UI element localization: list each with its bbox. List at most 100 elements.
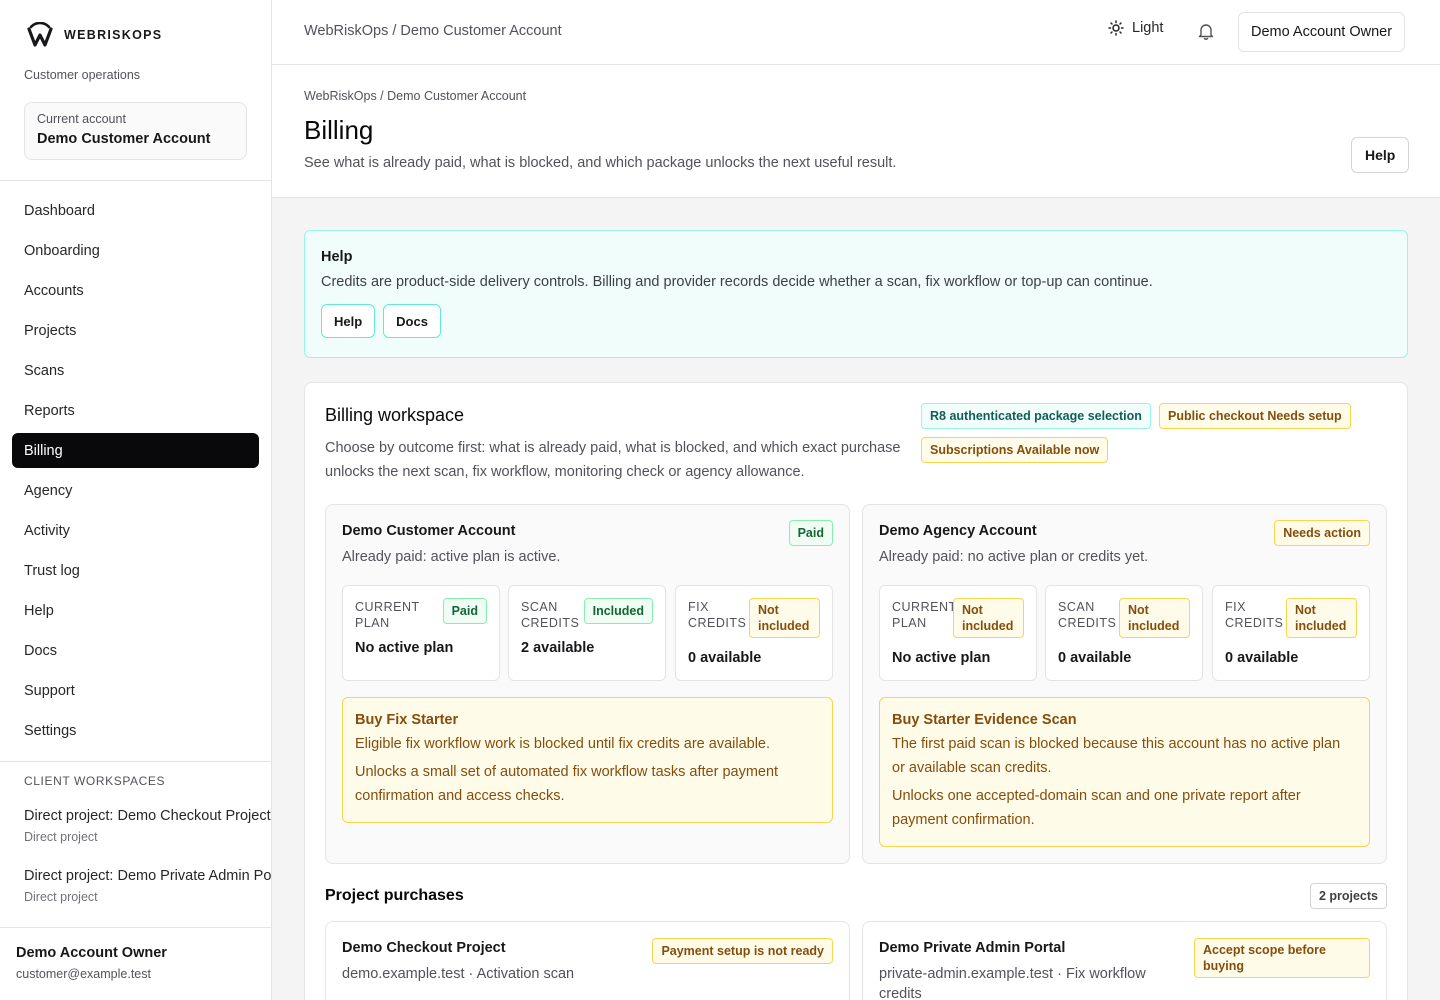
- help-callout-title: Help: [321, 249, 353, 265]
- page-subtitle: See what is already paid, what is blocke…: [304, 155, 897, 171]
- current-account-switcher[interactable]: Current account Demo Customer Account: [24, 102, 247, 160]
- sidebar: WEBRISKOPS Customer operations Current a…: [0, 0, 272, 1000]
- account-name: Demo Agency Account: [879, 523, 1037, 539]
- current-account-label: Current account: [37, 112, 126, 126]
- account-paid-summary: Already paid: active plan is active.: [342, 549, 561, 565]
- project-card[interactable]: Demo Private Admin Portal private-admin.…: [862, 921, 1387, 1000]
- notifications-button[interactable]: [1198, 22, 1214, 43]
- sidebar-item-dashboard[interactable]: Dashboard: [12, 193, 259, 228]
- subscriptions-badge: Subscriptions Available now: [921, 437, 1109, 463]
- sidebar-item-reports[interactable]: Reports: [12, 393, 259, 428]
- metric-value: No active plan: [355, 640, 454, 656]
- metric-current-plan: CURRENT PLAN Not included No active plan: [879, 585, 1037, 681]
- workspace-description: Choose by outcome first: what is already…: [325, 440, 901, 480]
- theme-toggle-label: Light: [1132, 20, 1164, 36]
- metric-badge: Included: [583, 598, 653, 624]
- brand-logo[interactable]: WEBRISKOPS: [26, 22, 162, 48]
- account-paid-summary: Already paid: no active plan or credits …: [879, 549, 1149, 565]
- sidebar-item-agency[interactable]: Agency: [12, 473, 259, 508]
- sidebar-divider: [0, 927, 271, 928]
- sidebar-divider: [0, 180, 271, 181]
- brand-tagline: Customer operations: [24, 68, 141, 82]
- metric-fix-credits: FIX CREDITS Not included 0 available: [1212, 585, 1370, 681]
- public-checkout-badge: Public checkout Needs setup: [1159, 403, 1351, 429]
- metric-badge: Not included: [749, 598, 820, 638]
- client-workspace-subtitle: Direct project: [24, 890, 98, 904]
- account-owner-button[interactable]: Demo Account Owner: [1238, 12, 1406, 52]
- metric-value: 0 available: [1058, 650, 1132, 666]
- buy-title: Buy Fix Starter: [355, 712, 459, 728]
- metric-current-plan: CURRENT PLAN Paid No active plan: [342, 585, 500, 681]
- sidebar-nav: Dashboard Onboarding Accounts Projects S…: [12, 193, 259, 753]
- metric-value: 0 available: [688, 650, 762, 666]
- account-card-customer: Demo Customer Account Paid Already paid:…: [325, 504, 850, 864]
- top-bar: WebRiskOps / Demo Customer Account Light…: [272, 0, 1440, 65]
- client-workspace-subtitle: Direct project: [24, 830, 98, 844]
- page-header: WebRiskOps / Demo Customer Account Billi…: [272, 65, 1440, 198]
- buy-unlocks-text: Unlocks one accepted-domain scan and one…: [892, 788, 1301, 828]
- sidebar-item-billing[interactable]: Billing: [12, 433, 259, 468]
- buy-fix-starter-panel[interactable]: Buy Fix Starter Eligible fix workflow wo…: [342, 697, 833, 823]
- metric-scan-credits: SCAN CREDITS Not included 0 available: [1045, 585, 1203, 681]
- project-status-badge: Accept scope before buying: [1194, 938, 1370, 978]
- buy-unlocks-text: Unlocks a small set of automated fix wor…: [355, 764, 779, 804]
- account-owner-profile[interactable]: Demo Account Owner customer@example.test: [16, 945, 167, 981]
- account-name: Demo Customer Account: [342, 523, 516, 539]
- sidebar-item-projects[interactable]: Projects: [12, 313, 259, 348]
- buy-blocked-text: Eligible fix workflow work is blocked un…: [355, 736, 771, 752]
- client-workspace-item[interactable]: Direct project: Demo Checkout Project Di…: [24, 808, 271, 844]
- metric-badge: Paid: [442, 598, 487, 624]
- package-selection-badge: R8 authenticated package selection: [921, 403, 1151, 429]
- metric-fix-credits: FIX CREDITS Not included 0 available: [675, 585, 833, 681]
- sun-icon: [1108, 20, 1124, 36]
- sidebar-item-settings[interactable]: Settings: [12, 713, 259, 748]
- sidebar-item-activity[interactable]: Activity: [12, 513, 259, 548]
- bell-icon: [1198, 24, 1214, 40]
- sidebar-item-docs[interactable]: Docs: [12, 633, 259, 668]
- client-workspace-title: Direct project: Demo Private Admin Porta…: [24, 868, 272, 884]
- sidebar-item-support[interactable]: Support: [12, 673, 259, 708]
- breadcrumb[interactable]: WebRiskOps / Demo Customer Account: [304, 89, 526, 103]
- account-status-badge: Paid: [788, 520, 833, 546]
- project-count-badge: 2 projects: [1309, 883, 1387, 909]
- help-callout-text: Credits are product-side delivery contro…: [321, 274, 1153, 290]
- project-name: Demo Checkout Project: [342, 940, 506, 956]
- sidebar-item-scans[interactable]: Scans: [12, 353, 259, 388]
- client-workspaces-heading: CLIENT WORKSPACES: [24, 774, 166, 788]
- project-subtitle: private-admin.example.test · Fix workflo…: [879, 966, 1146, 1000]
- brand-name: WEBRISKOPS: [64, 28, 163, 42]
- callout-docs-button[interactable]: Docs: [383, 304, 441, 338]
- brand-mark-icon: [27, 22, 53, 47]
- project-card[interactable]: Demo Checkout Project demo.example.test …: [325, 921, 850, 1000]
- callout-help-button[interactable]: Help: [321, 304, 376, 338]
- project-status-badge: Payment setup is not ready: [652, 938, 833, 964]
- client-workspace-item[interactable]: Direct project: Demo Private Admin Porta…: [24, 868, 272, 904]
- metric-value: 0 available: [1225, 650, 1299, 666]
- client-workspace-title: Direct project: Demo Checkout Project: [24, 808, 271, 824]
- account-card-agency: Demo Agency Account Needs action Already…: [862, 504, 1387, 864]
- theme-toggle-button[interactable]: Light: [1108, 20, 1163, 36]
- buy-title: Buy Starter Evidence Scan: [892, 712, 1077, 728]
- metric-badge: Not included: [1119, 598, 1190, 638]
- buy-blocked-text: The first paid scan is blocked because t…: [892, 736, 1341, 776]
- top-breadcrumb[interactable]: WebRiskOps / Demo Customer Account: [304, 23, 562, 39]
- sidebar-item-help[interactable]: Help: [12, 593, 259, 628]
- billing-workspace: Billing workspace Choose by outcome firs…: [304, 382, 1408, 1000]
- owner-name: Demo Account Owner: [16, 945, 167, 961]
- project-subtitle: demo.example.test · Activation scan: [342, 966, 575, 982]
- metric-label: CURRENT PLAN: [355, 600, 420, 630]
- buy-starter-evidence-scan-panel[interactable]: Buy Starter Evidence Scan The first paid…: [879, 697, 1370, 847]
- sidebar-divider: [0, 761, 271, 762]
- sidebar-item-trust-log[interactable]: Trust log: [12, 553, 259, 588]
- page-title: Billing: [304, 115, 374, 145]
- sidebar-item-accounts[interactable]: Accounts: [12, 273, 259, 308]
- owner-email: customer@example.test: [16, 967, 151, 981]
- metric-value: No active plan: [892, 650, 991, 666]
- metric-scan-credits: SCAN CREDITS Included 2 available: [508, 585, 666, 681]
- metric-badge: Not included: [1286, 598, 1357, 638]
- project-name: Demo Private Admin Portal: [879, 940, 1066, 956]
- sidebar-item-onboarding[interactable]: Onboarding: [12, 233, 259, 268]
- current-account-value: Demo Customer Account: [37, 131, 211, 147]
- help-button[interactable]: Help: [1351, 137, 1410, 173]
- account-status-badge: Needs action: [1274, 520, 1370, 546]
